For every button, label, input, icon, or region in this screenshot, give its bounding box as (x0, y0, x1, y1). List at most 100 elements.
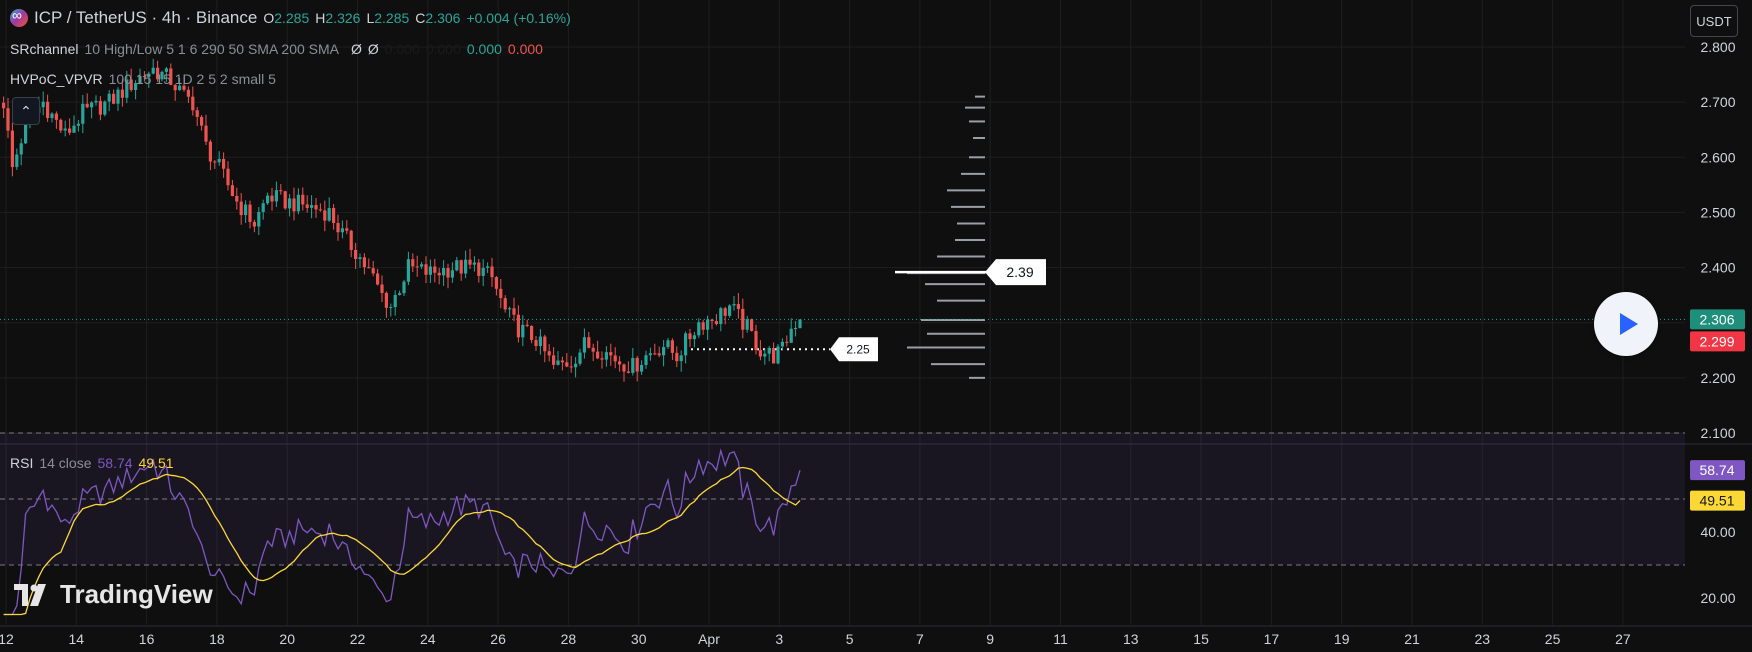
candle-body (332, 208, 336, 224)
candle-body (499, 288, 503, 299)
candle-body (195, 110, 199, 117)
candle-body (103, 101, 107, 115)
rsi-tick-label: 40.00 (1700, 524, 1735, 540)
rsi-name: RSI (10, 455, 34, 471)
logo-text: TradingView (60, 579, 213, 609)
candle-body (217, 158, 221, 163)
candle-body (226, 168, 230, 186)
rsi-ma-tag: 49.51 (1699, 493, 1734, 509)
rsi-band (0, 432, 1685, 566)
candle-body (213, 161, 217, 163)
candle-body (552, 355, 556, 365)
candle-body (723, 308, 727, 316)
symbol-title[interactable]: ICP / TetherUS · 4h · Binance (34, 8, 257, 28)
x-tick-label: 14 (69, 631, 85, 647)
candle-body (798, 319, 802, 329)
candle-body (490, 266, 494, 278)
candle-body (772, 348, 776, 364)
price-tick-label: 2.100 (1700, 425, 1735, 441)
play-button[interactable] (1594, 292, 1658, 356)
candle-body (186, 89, 190, 97)
candle-body (728, 305, 732, 316)
srchannel-v3: 0.000 (466, 41, 502, 57)
rsi-ma-value: 49.51 (138, 455, 174, 471)
high-value: 2.326 (325, 10, 361, 26)
candle-body (200, 116, 204, 126)
rsi-value-tag: 58.74 (1699, 462, 1734, 478)
candle-body (19, 143, 23, 155)
collapse-legend-button[interactable]: ⌃ (12, 97, 40, 125)
candle-body (547, 351, 551, 356)
candle-body (794, 328, 798, 330)
rsi-legend[interactable]: RSI 14 close 58.74 49.51 (10, 455, 174, 471)
candle-body (72, 125, 76, 133)
change-value: +0.004 (+0.16%) (466, 10, 571, 26)
candle-body (398, 293, 402, 295)
candle-body (90, 102, 94, 108)
candle-body (675, 352, 679, 362)
chevron-up-icon: ⌃ (20, 102, 32, 119)
candle-body (578, 352, 582, 364)
candle-body (450, 270, 454, 278)
candle-body (785, 341, 789, 343)
currency-button[interactable]: USDT (1690, 5, 1738, 37)
candle-body (59, 119, 63, 131)
x-tick-label: 15 (1193, 631, 1209, 647)
candle-body (112, 93, 116, 104)
candle-body (340, 228, 344, 233)
candle-body (120, 89, 124, 98)
candle-body (292, 198, 296, 212)
candle-body (662, 347, 666, 356)
srchannel-v2: 0.000 (425, 41, 461, 57)
close-label: C (415, 10, 426, 26)
candle-body (349, 230, 353, 250)
hvpoc-legend[interactable]: HVPoC_VPVR 100 15 15 1D 2 5 2 small 5 (10, 71, 276, 87)
srchannel-legend[interactable]: SRchannel 10 High/Low 5 1 6 290 50 SMA 2… (10, 41, 543, 57)
candle-body (609, 352, 613, 356)
close-value: 2.306 (425, 10, 461, 26)
candle-body (305, 204, 309, 208)
price-chart[interactable]: 2.39 2.25 12 14 16 18 20 22 24 26 28 30 Apr 3 5 7 9 11 13… (0, 0, 1752, 652)
candle-body (244, 204, 248, 216)
srchannel-params: 10 High/Low 5 1 6 290 50 SMA 200 SMA (84, 41, 340, 57)
candle-body (692, 335, 696, 340)
candle-body (688, 333, 692, 340)
candle-body (354, 249, 358, 259)
candle-body (767, 348, 771, 354)
candle-body (283, 191, 287, 209)
low-value: 2.285 (374, 10, 410, 26)
candle-body (468, 259, 472, 265)
x-tick-label: 16 (139, 631, 155, 647)
candle-body (288, 198, 292, 209)
symbol-legend: ICP / TetherUS · 4h · Binance O2.285 H2.… (10, 7, 571, 28)
candle-body (508, 308, 512, 310)
candle-body (296, 194, 300, 212)
candle-body (596, 351, 600, 359)
candle-body (701, 322, 705, 330)
candle-body (565, 362, 569, 367)
candle-body (204, 125, 208, 142)
candle-body (622, 364, 626, 372)
candle-body (345, 228, 349, 231)
x-tick-label: 20 (279, 631, 295, 647)
candle-body (754, 331, 758, 351)
candle-body (230, 185, 234, 197)
candle-body (486, 266, 490, 268)
price-tick-label: 2.800 (1700, 39, 1735, 55)
candle-body (424, 264, 428, 275)
open-label: O (263, 10, 275, 26)
candle-body (362, 257, 366, 268)
price-tick-label: 2.600 (1700, 149, 1735, 165)
x-tick-label: 25 (1545, 631, 1561, 647)
candle-body (736, 304, 740, 309)
candle-body (613, 355, 617, 362)
price-tick-label: 2.500 (1700, 204, 1735, 220)
candle-body (318, 209, 322, 211)
candle-body (406, 259, 410, 282)
candle-body (98, 100, 102, 115)
candle-body (714, 321, 718, 325)
candle-body (560, 360, 564, 363)
x-tick-label: 18 (209, 631, 225, 647)
candle-body (76, 123, 80, 126)
candle-body (279, 190, 283, 192)
